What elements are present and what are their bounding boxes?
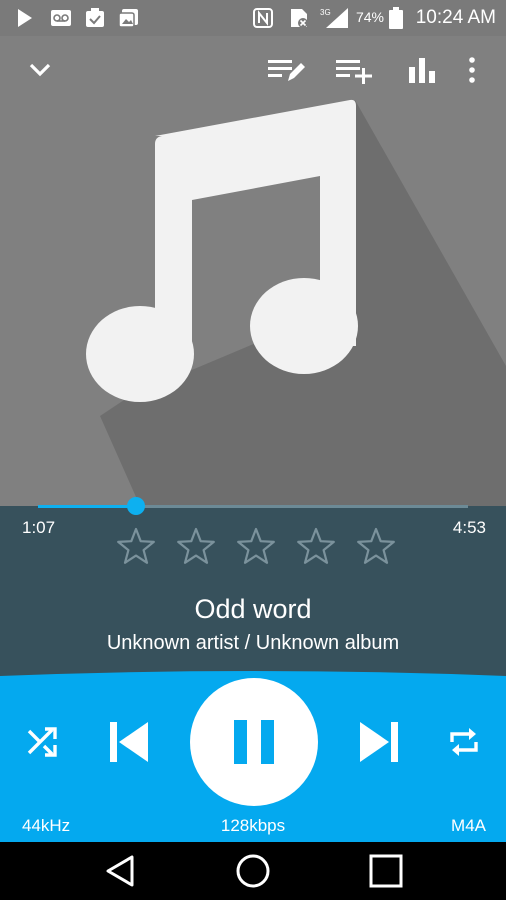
play-store-icon (18, 9, 32, 27)
bitrate: 128kbps (220, 816, 286, 835)
track-title: Odd word (194, 594, 312, 624)
nfc-icon (253, 8, 273, 28)
next-button[interactable] (352, 714, 408, 770)
next-icon (360, 722, 398, 762)
star-icon[interactable] (176, 526, 216, 566)
track-info-panel: 1:07 4:53 Odd word Unknown artist / Unkn… (0, 506, 506, 676)
pause-icon (234, 720, 274, 764)
add-to-playlist-icon (336, 60, 372, 84)
playback-controls: 44kHz 128kbps M4A (0, 668, 506, 842)
edit-queue-button[interactable] (264, 50, 308, 90)
star-icon[interactable] (236, 526, 276, 566)
star-icon[interactable] (116, 526, 156, 566)
photos-icon (118, 9, 138, 28)
previous-icon (110, 722, 148, 762)
more-vert-icon (469, 57, 475, 83)
total-duration: 4:53 (452, 518, 486, 537)
seek-progress (38, 505, 137, 508)
elapsed-time: 1:07 (22, 518, 56, 537)
equalizer-icon (409, 58, 435, 83)
recents-icon (369, 854, 403, 888)
recents-button[interactable] (356, 848, 416, 894)
back-button[interactable] (90, 848, 150, 894)
music-note-icon (86, 99, 506, 506)
task-icon (86, 8, 104, 27)
shuffle-icon (27, 727, 57, 757)
home-icon (236, 854, 270, 888)
back-icon (106, 855, 134, 887)
codec: M4A (451, 816, 486, 835)
no-sim-icon (291, 9, 308, 28)
equalizer-button[interactable] (400, 50, 444, 90)
repeat-icon (450, 728, 478, 756)
pause-button[interactable] (190, 678, 318, 806)
shuffle-button[interactable] (20, 720, 64, 764)
seek-thumb[interactable] (127, 497, 146, 515)
svg-text:3G: 3G (320, 8, 331, 17)
home-button[interactable] (223, 848, 283, 894)
battery-percent: 74% (355, 9, 384, 25)
artist-album: Unknown artist / Unknown album (106, 632, 400, 654)
edit-queue-icon (268, 60, 305, 81)
add-to-playlist-button[interactable] (332, 50, 376, 90)
more-options-button[interactable] (450, 50, 494, 90)
previous-button[interactable] (100, 714, 156, 770)
chevron-down-icon (29, 63, 51, 77)
repeat-button[interactable] (442, 720, 486, 764)
rating-stars (116, 526, 396, 566)
battery-icon (389, 7, 403, 29)
collapse-button[interactable] (18, 50, 62, 90)
signal-icon: 3G (320, 8, 348, 28)
album-artwork (0, 36, 506, 506)
navigation-bar (0, 842, 506, 900)
star-icon[interactable] (356, 526, 396, 566)
status-bar: 3G 74% 10:24 AM (0, 0, 506, 36)
star-icon[interactable] (296, 526, 336, 566)
clock: 10:24 AM (415, 7, 496, 28)
voicemail-icon (51, 10, 71, 26)
